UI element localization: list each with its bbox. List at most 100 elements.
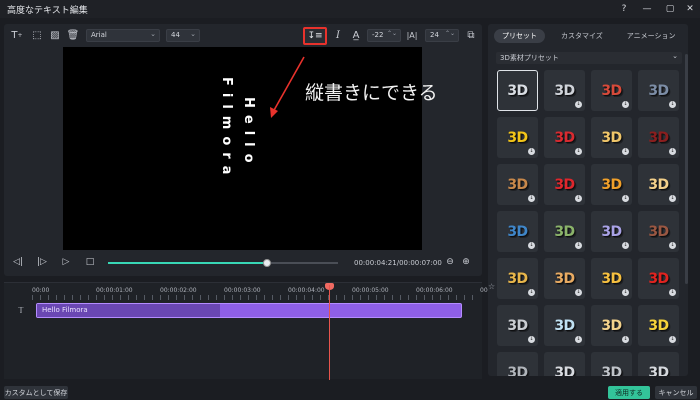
delete-icon[interactable]: 🗑	[66, 28, 80, 42]
chevron-down-icon: ⌄	[672, 52, 678, 60]
vertical-text-button[interactable]: ↧≡	[303, 27, 327, 45]
preset-tile-label: 3D	[507, 270, 528, 287]
preset-tile-label: 3D	[507, 129, 528, 146]
preset-tile[interactable]: 3D↓	[638, 164, 679, 205]
preset-tile-label: 3D	[554, 364, 575, 377]
zoom-out-icon[interactable]: ⊖	[444, 256, 456, 268]
preset-tile[interactable]: 3D	[497, 70, 538, 111]
preview-text-column-2: Hello	[241, 97, 256, 170]
tab-animation[interactable]: アニメーション	[619, 29, 684, 43]
timeline-tick-label: 00:00:03:00	[224, 287, 261, 294]
line-spacing-input[interactable]: 24 ⌃⌄	[425, 29, 459, 42]
font-select-value: Arial	[91, 31, 107, 39]
preset-tile[interactable]: 3D↓	[544, 117, 585, 158]
zoom-in-icon[interactable]: ⊕	[460, 256, 472, 268]
preset-tile[interactable]: 3D↓	[497, 211, 538, 252]
download-icon: ↓	[622, 195, 629, 202]
download-icon: ↓	[575, 101, 582, 108]
preset-tile-label: 3D	[507, 176, 528, 193]
preset-tile[interactable]: 3D↓	[497, 258, 538, 299]
window-title: 高度なテキスト編集	[7, 6, 88, 16]
preset-tile[interactable]: 3D↓	[544, 164, 585, 205]
preset-tile[interactable]: 3D↓	[544, 211, 585, 252]
line-spacing-icon[interactable]: |A|	[405, 28, 419, 42]
text-spacing-icon[interactable]: A̲	[349, 28, 363, 42]
download-icon: ↓	[669, 101, 676, 108]
italic-icon[interactable]: I	[331, 28, 345, 42]
download-icon: ↓	[622, 289, 629, 296]
timecode: 00:00:04:21/00:00:07:00	[354, 259, 442, 267]
preset-tile[interactable]: 3D↓	[591, 352, 632, 376]
preset-tile[interactable]: 3D↓	[638, 352, 679, 376]
preset-tile-label: 3D	[601, 176, 622, 193]
download-icon: ↓	[528, 336, 535, 343]
preset-category-select[interactable]: 3D素材プリセット ⌄	[496, 52, 682, 64]
preset-tile[interactable]: 3D↓	[591, 164, 632, 205]
download-icon: ↓	[528, 242, 535, 249]
preset-tile[interactable]: 3D↓	[591, 211, 632, 252]
preset-tile-label: 3D	[507, 364, 528, 377]
save-as-custom-button[interactable]: カスタムとして保存	[4, 386, 68, 399]
preset-tile[interactable]: 3D↓	[497, 352, 538, 376]
step-play-icon[interactable]: |▷	[36, 256, 48, 268]
download-icon: ↓	[622, 101, 629, 108]
preset-tile-label: 3D	[554, 82, 575, 99]
font-select[interactable]: Arial ⌄	[86, 29, 160, 42]
font-size-select[interactable]: 44 ⌄	[166, 29, 200, 42]
preset-tile[interactable]: 3D↓	[497, 117, 538, 158]
playback-progress-handle[interactable]	[262, 259, 271, 267]
text-track-icon: 𝕋	[18, 306, 24, 315]
preset-tile[interactable]: 3D↓	[591, 258, 632, 299]
download-icon: ↓	[528, 289, 535, 296]
minimize-icon[interactable]: —	[640, 2, 654, 16]
preset-tile[interactable]: 3D↓	[638, 211, 679, 252]
text-toolbar: T + ⬚ ▨ 🗑 Arial ⌄ 44 ⌄ I A̲ -22 ⌃⌄ |A| 24…	[4, 24, 482, 46]
preset-tile[interactable]: 3D↓	[591, 117, 632, 158]
add-text-icon[interactable]: T +	[10, 28, 24, 42]
close-icon[interactable]: ✕	[683, 2, 697, 16]
preview-text-column-1: Filmora	[219, 77, 234, 182]
timeline: 00:00 00:00:01:00 00:00:02:00 00:00:03:00 00…	[4, 282, 513, 380]
preset-tile-label: 3D	[507, 317, 528, 334]
preset-tile[interactable]: 3D↓	[497, 305, 538, 346]
preset-tile[interactable]: 3D↓	[544, 70, 585, 111]
clip-label: Hello Filmora	[42, 306, 88, 314]
shape-icon[interactable]: ⬚	[30, 28, 44, 42]
star-icon[interactable]: ☆	[488, 282, 495, 291]
play-icon[interactable]: ▷	[60, 256, 72, 268]
spinner-icon: ⌃⌄	[444, 30, 455, 37]
panel-tabs: プリセット カスタマイズ アニメーション	[494, 29, 684, 43]
preset-tile[interactable]: 3D↓	[638, 305, 679, 346]
preset-tile[interactable]: 3D↓	[638, 117, 679, 158]
preset-tile-label: 3D	[601, 129, 622, 146]
preset-tile-label: 3D	[554, 176, 575, 193]
image-icon[interactable]: ▨	[48, 28, 62, 42]
playback-progress[interactable]	[108, 259, 338, 267]
maximize-icon[interactable]: ▢	[663, 2, 677, 16]
preset-tile[interactable]: 3D↓	[638, 70, 679, 111]
text-clip[interactable]: Hello Filmora	[36, 303, 462, 318]
preset-tile[interactable]: 3D↓	[544, 258, 585, 299]
help-icon[interactable]: ?	[617, 2, 631, 16]
tab-customize[interactable]: カスタマイズ	[553, 29, 611, 43]
presets-scrollbar[interactable]	[685, 54, 688, 284]
preset-tile[interactable]: 3D↓	[591, 305, 632, 346]
download-icon: ↓	[622, 148, 629, 155]
layers-icon[interactable]: ⧉	[464, 28, 478, 42]
preset-tile[interactable]: 3D↓	[544, 352, 585, 376]
preset-tile[interactable]: 3D↓	[638, 258, 679, 299]
timeline-tick-label: 00:00:06:00	[416, 287, 453, 294]
tab-presets[interactable]: プリセット	[494, 29, 545, 43]
prev-frame-icon[interactable]: ◁|	[12, 256, 24, 268]
playhead-line	[329, 285, 330, 380]
preset-tile[interactable]: 3D↓	[544, 305, 585, 346]
cancel-button[interactable]: キャンセル	[655, 386, 697, 399]
preset-tile[interactable]: 3D↓	[497, 164, 538, 205]
apply-button[interactable]: 適用する	[608, 386, 650, 399]
char-spacing-input[interactable]: -22 ⌃⌄	[367, 29, 401, 42]
preset-tile[interactable]: 3D↓	[591, 70, 632, 111]
preset-tile-label: 3D	[648, 270, 669, 287]
stop-icon[interactable]: □	[84, 256, 96, 268]
download-icon: ↓	[669, 195, 676, 202]
preset-tile-label: 3D	[601, 364, 622, 377]
